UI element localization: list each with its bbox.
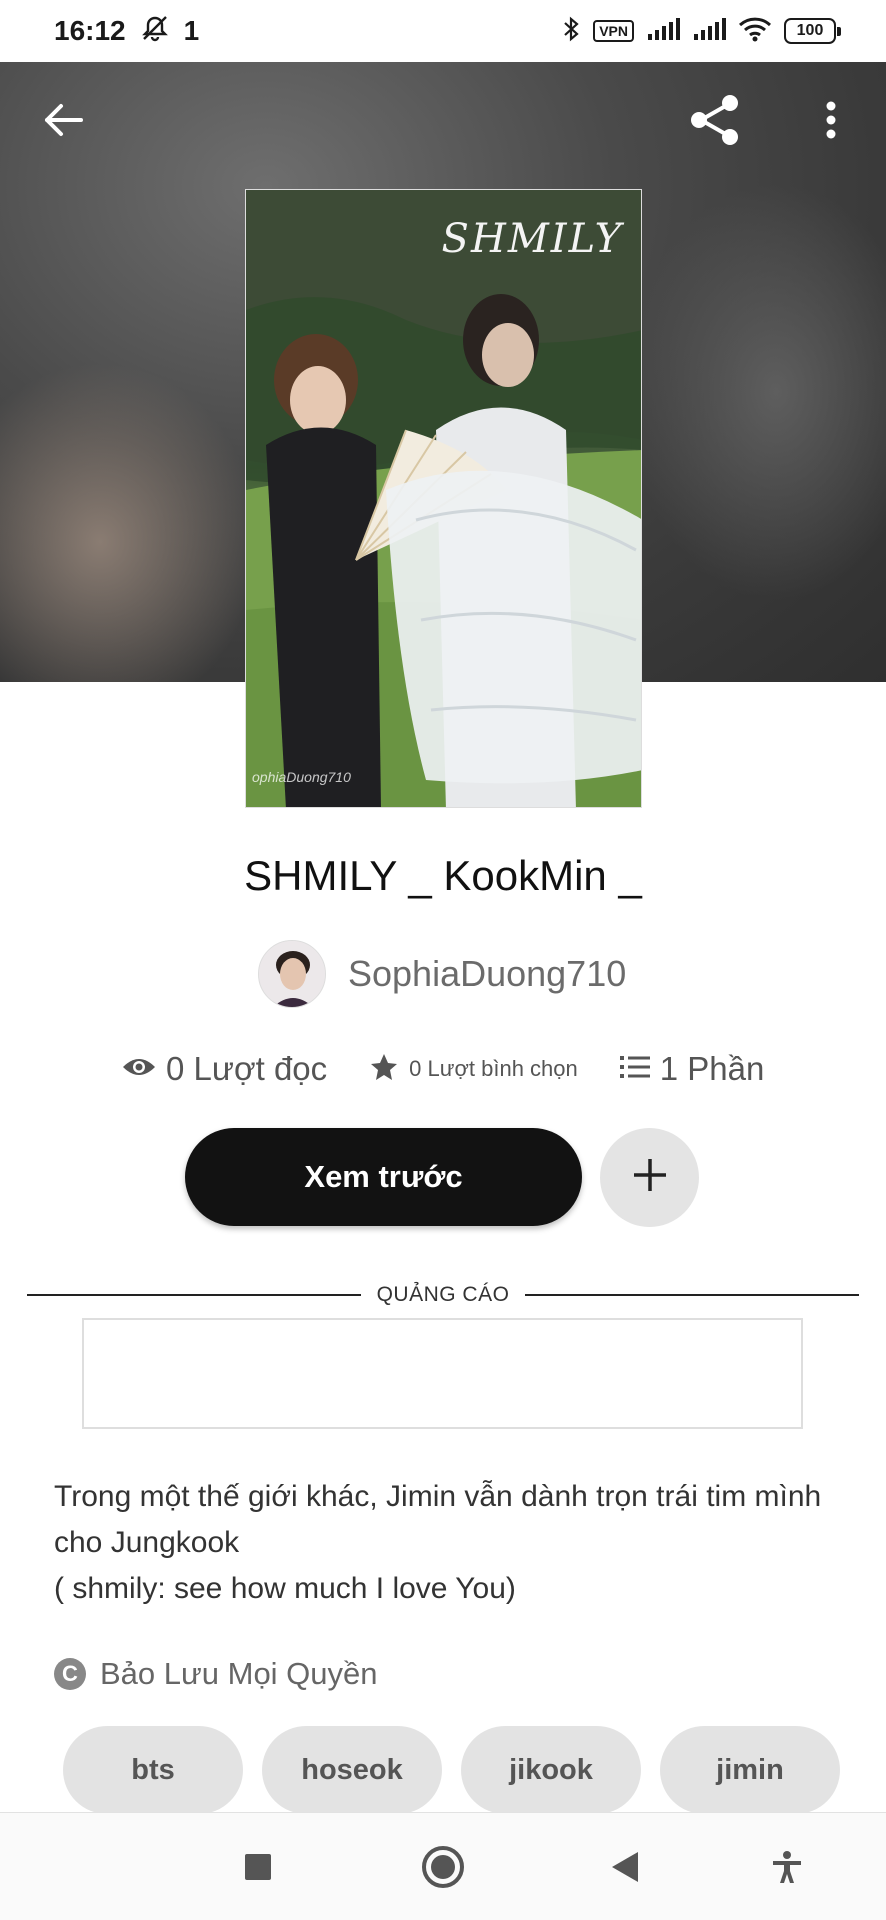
copyright-icon: C (54, 1658, 86, 1690)
author-name[interactable]: SophiaDuong710 (348, 953, 626, 995)
mute-icon (140, 13, 170, 50)
tag-chip[interactable]: jikook (461, 1726, 641, 1814)
story-cover-image[interactable]: SHMILY ophiaDuong710 (245, 189, 642, 808)
star-icon (369, 1052, 399, 1087)
story-stats: 0 Lượt đọc 0 Lượt bình chọn 1 Phần (122, 1050, 764, 1088)
accessibility-icon[interactable] (759, 1839, 815, 1895)
square-icon[interactable] (230, 1839, 286, 1895)
cell-signal-2-icon (692, 17, 726, 46)
reads-stat: 0 Lượt đọc (122, 1050, 327, 1088)
copyright-row: C Bảo Lưu Mọi Quyền (54, 1656, 378, 1692)
parts-count[interactable]: 1 Phần (660, 1050, 765, 1088)
plus-icon (630, 1155, 670, 1200)
battery-indicator: 100 (784, 18, 841, 44)
tag-chip[interactable]: jimin (660, 1726, 840, 1814)
cover-watermark: ophiaDuong710 (252, 769, 351, 785)
more-vertical-icon[interactable] (801, 90, 861, 150)
system-navigation-bar (0, 1812, 886, 1920)
cell-signal-icon (646, 17, 680, 46)
author-avatar[interactable] (258, 940, 326, 1008)
list-icon (619, 1054, 650, 1085)
status-signal-label: 1 (183, 15, 200, 46)
vpn-badge: VPN (593, 20, 634, 42)
preview-button[interactable]: Xem trước (185, 1128, 582, 1226)
add-to-library-button[interactable] (600, 1128, 699, 1227)
share-icon[interactable] (684, 90, 744, 150)
ad-line-left (27, 1294, 361, 1296)
reads-count: 0 Lượt đọc (166, 1050, 328, 1087)
tag-list: bts hoseok jikook jimin (63, 1726, 840, 1814)
circle-home-icon[interactable] (415, 1839, 471, 1895)
cover-title-text: SHMILY (441, 216, 623, 262)
author-row[interactable]: SophiaDuong710 (258, 940, 626, 1008)
status-bar: 16:12 1 VPN 100 (0, 0, 886, 62)
votes-stat: 0 Lượt bình chọn (369, 1052, 578, 1087)
status-time: 16:12 (54, 15, 126, 46)
ad-slot[interactable] (82, 1318, 803, 1429)
story-title: SHMILY _ KookMin _ (244, 852, 642, 899)
tag-chip[interactable]: bts (63, 1726, 243, 1814)
triangle-back-icon[interactable] (597, 1839, 653, 1895)
ad-line-right (525, 1294, 860, 1296)
ad-divider: QUẢNG CÁO (27, 1283, 860, 1307)
tag-chip[interactable]: hoseok (262, 1726, 442, 1814)
back-arrow-icon[interactable] (33, 90, 93, 150)
eye-icon (122, 1055, 156, 1084)
wifi-icon (738, 16, 772, 47)
votes-count: 0 Lượt bình chọn (409, 1056, 578, 1081)
ad-label: QUẢNG CÁO (376, 1283, 510, 1306)
story-description: Trong một thế giới khác, Jimin vẫn dành … (54, 1480, 822, 1605)
parts-stat[interactable]: 1 Phần (619, 1050, 765, 1088)
copyright-text: Bảo Lưu Mọi Quyền (100, 1656, 378, 1691)
bluetooth-icon (561, 15, 581, 48)
